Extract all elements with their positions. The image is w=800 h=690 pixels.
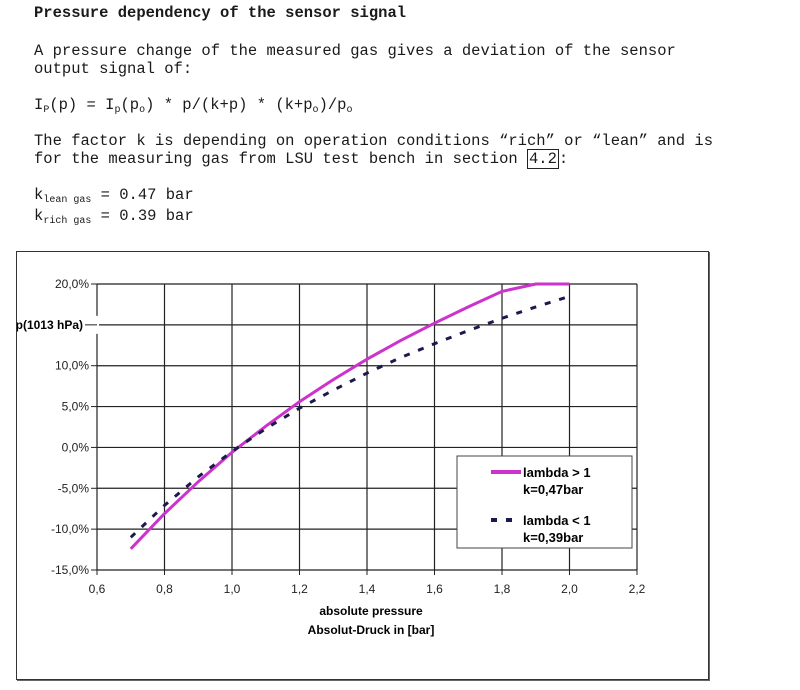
intro-paragraph: A pressure change of the measured gas gi… [34,42,676,78]
formula-rhs-arg: (p [120,96,140,114]
k-lean-base: k [34,186,44,204]
factor-line-2: for the measuring gas from LSU test benc… [34,150,527,168]
legend-label-lean-k: k=0,47bar [523,482,583,497]
x-tick-label: 1,8 [494,582,511,596]
x-tick-label: 1,6 [426,582,443,596]
y-tick-label: -15,0% [51,563,89,577]
k-lean-value: = 0.47 bar [91,186,194,204]
formula-mid: * p/(k+p) * (k+p [154,96,313,114]
y-tick-label: -5,0% [58,481,90,495]
y-tick-label: 5,0% [62,400,90,414]
formula-lhs-sub: P [43,105,50,116]
formula-end-sub: o [346,105,353,116]
y-tick-label: 20,0% [55,277,89,291]
intro-line-1: A pressure change of the measured gas gi… [34,42,676,60]
x-tick-label: 0,6 [89,582,106,596]
k-rich-sub: rich gas [43,216,92,227]
formula-rhs-arg-close: ) [145,96,155,114]
chart-frame: -15,0% -10,0% -5,0% 0,0% 5,0% 10,0% 20,0% 0,6 0… [0,251,709,680]
y-tick-label: 0,0% [62,440,90,454]
y-tick-label: 10,0% [55,359,89,373]
formula-rhs-arg-sub: o [139,105,146,116]
legend-label-lean: lambda > 1 [523,465,591,480]
formula-lhs: I [34,96,44,114]
k-rich: krich gas = 0.39 bar [34,207,194,227]
k-values: klean gas = 0.47 bar krich gas = 0.39 ba… [34,186,194,228]
formula-end: )/p [318,96,347,114]
x-axis-label-2: Absolut-Druck in [bar] [308,623,435,637]
y-tick-label: -10,0% [51,522,89,536]
x-axis-label: absolute pressure [319,604,423,618]
x-tick-label: 1,0 [224,582,241,596]
legend: lambda > 1 k=0,47bar lambda < 1 k=0,39ba… [456,455,633,549]
x-tick-label: 2,0 [561,582,578,596]
y-axis-label: ΔIp/Ip(1013 hPa) [17,318,83,332]
x-tick-label: 0,8 [156,582,173,596]
formula: IP(p) = Ip(po) * p/(k+p) * (k+po)/po [34,96,352,117]
pressure-chart: -15,0%-10,0%-5,0%0,0%5,0%10,0%20,0% 0,6 0… [0,277,646,637]
legend-label-rich: lambda < 1 [523,513,591,528]
x-tick-label: 1,4 [359,582,376,596]
formula-rhs-sub: p [114,105,121,116]
formula-eq: = [77,96,106,114]
x-tick-labels: 0,6 0,8 1,0 1,2 1,4 1,6 1,8 2,0 2,2 [89,582,646,596]
section-reference-link[interactable]: 4.2 [526,149,559,169]
formula-mid-sub: o [312,105,319,116]
factor-paragraph: The factor k is depending on operation c… [34,132,714,169]
intro-line-2: output signal of: [34,60,193,78]
legend-label-rich-k: k=0,39bar [523,530,583,545]
k-rich-base: k [34,207,44,225]
formula-lhs-arg: (p) [49,96,78,114]
k-lean-sub: lean gas [43,195,92,206]
factor-line-1: The factor k is depending on operation c… [34,132,714,150]
x-tick-label: 2,2 [629,582,646,596]
x-tick-label: 1,2 [291,582,308,596]
factor-line-2-end: : [558,150,569,168]
document-title: Pressure dependency of the sensor signal [34,4,407,22]
k-rich-value: = 0.39 bar [91,207,194,225]
k-lean: klean gas = 0.47 bar [34,186,194,206]
